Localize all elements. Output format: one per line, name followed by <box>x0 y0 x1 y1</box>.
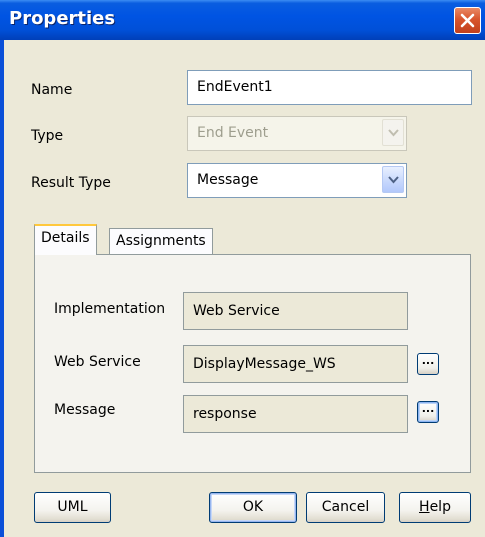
implementation-field: Web Service <box>183 292 408 330</box>
help-button-mnemonic: H <box>419 499 430 515</box>
type-select: End Event <box>187 116 407 151</box>
name-label: Name <box>31 82 73 98</box>
chevron-down-icon <box>388 176 399 184</box>
web-service-browse-button[interactable]: ... <box>417 353 439 375</box>
uml-button[interactable]: UML <box>34 492 111 523</box>
ok-button[interactable]: OK <box>209 492 297 523</box>
implementation-label: Implementation <box>54 301 166 317</box>
tab-assignments[interactable]: Assignments <box>109 228 213 255</box>
dialog-title: Properties <box>9 8 116 29</box>
result-type-select-value: Message <box>197 172 259 188</box>
window-border <box>0 40 4 537</box>
type-dropdown-arrow <box>382 119 404 146</box>
tab-details[interactable]: Details <box>34 224 97 255</box>
web-service-field: DisplayMessage_WS <box>183 345 408 383</box>
help-button-label-rest: elp <box>429 499 451 515</box>
message-browse-button[interactable]: ... <box>417 401 439 423</box>
close-icon <box>460 13 475 28</box>
cancel-button[interactable]: Cancel <box>306 492 385 523</box>
chevron-down-icon <box>388 129 399 137</box>
message-field: response <box>183 395 408 433</box>
name-input[interactable]: EndEvent1 <box>187 70 472 105</box>
type-label: Type <box>31 128 64 144</box>
type-select-value: End Event <box>197 125 269 141</box>
web-service-label: Web Service <box>54 354 141 370</box>
message-label: Message <box>54 402 116 418</box>
result-type-select[interactable]: Message <box>187 163 407 198</box>
help-button[interactable]: Help <box>399 492 471 523</box>
close-button[interactable] <box>454 7 481 34</box>
title-bar[interactable]: Properties <box>0 0 485 40</box>
properties-dialog: Properties Name EndEvent1 Type End Event… <box>0 0 485 537</box>
result-type-dropdown-arrow[interactable] <box>382 166 404 193</box>
result-type-label: Result Type <box>31 175 111 191</box>
